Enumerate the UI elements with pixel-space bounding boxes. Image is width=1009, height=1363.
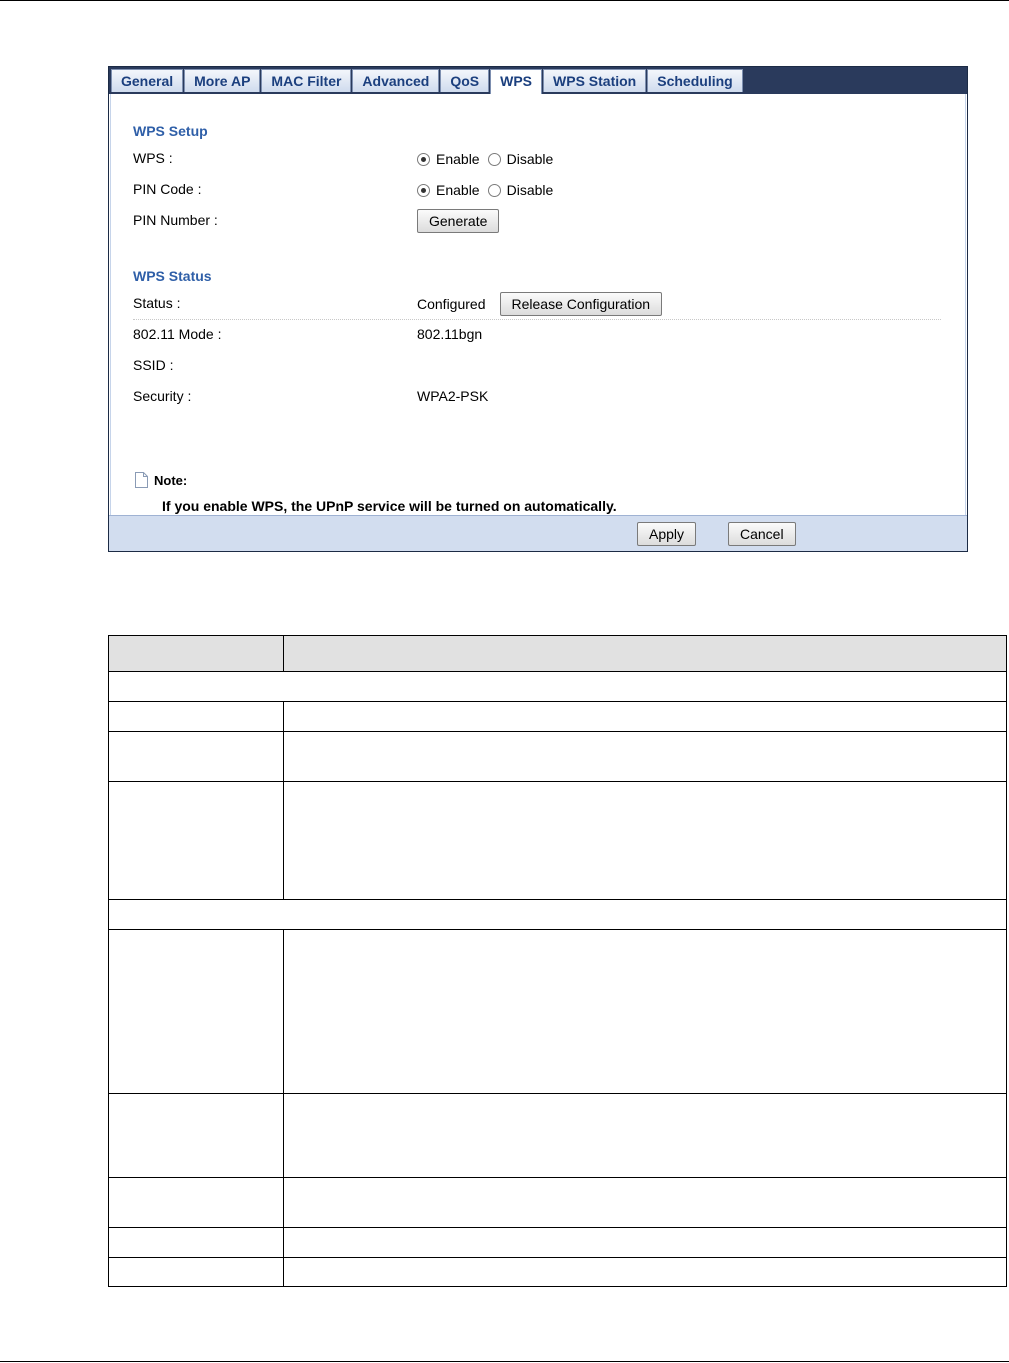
table-header-cell bbox=[108, 635, 284, 672]
pin-code-disable-radio[interactable] bbox=[487, 183, 501, 197]
wps-enable-radio[interactable] bbox=[417, 152, 430, 166]
note-title: Note: bbox=[154, 473, 188, 488]
table-cell bbox=[108, 731, 284, 782]
cancel-button[interactable]: Cancel bbox=[728, 522, 796, 546]
status-value: Configured bbox=[417, 296, 486, 312]
page-top-rule bbox=[0, 0, 1009, 1]
table-cell bbox=[108, 671, 1007, 702]
table-cell bbox=[108, 1227, 284, 1258]
security-label: Security : bbox=[133, 388, 192, 404]
table-cell bbox=[283, 1093, 1007, 1178]
table-row bbox=[108, 899, 1007, 930]
table-cell bbox=[108, 1177, 284, 1228]
table-row bbox=[108, 929, 1007, 1094]
table-row bbox=[108, 1227, 1007, 1258]
apply-button[interactable]: Apply bbox=[637, 522, 697, 546]
table-cell bbox=[283, 701, 1007, 732]
wps-disable-label: Disable bbox=[506, 151, 554, 167]
generate-button[interactable]: Generate bbox=[417, 209, 500, 233]
table-cell bbox=[108, 899, 1007, 930]
note-icon bbox=[135, 472, 148, 488]
table-row bbox=[108, 1093, 1007, 1178]
table-cell bbox=[283, 1177, 1007, 1228]
wps-disable-radio[interactable] bbox=[487, 152, 501, 166]
wps-status-title: WPS Status bbox=[133, 268, 212, 284]
tab-advanced[interactable]: Advanced bbox=[352, 69, 440, 92]
tab-bar: General More AP MAC Filter Advanced QoS … bbox=[109, 67, 967, 94]
wps-label: WPS : bbox=[133, 150, 173, 166]
field-description-table bbox=[108, 635, 1007, 1287]
mode-value: 802.11bgn bbox=[417, 326, 483, 342]
security-value: WPA2-PSK bbox=[417, 388, 489, 404]
table-cell bbox=[108, 1093, 284, 1178]
table-cell bbox=[283, 781, 1007, 900]
table-row bbox=[108, 1177, 1007, 1228]
section-divider bbox=[133, 319, 941, 320]
pin-code-radio-group: Enable Disable bbox=[417, 182, 561, 198]
tab-more-ap[interactable]: More AP bbox=[184, 69, 261, 92]
tabs: General More AP MAC Filter Advanced QoS … bbox=[111, 69, 744, 94]
button-bar: Apply Cancel bbox=[109, 515, 967, 551]
wps-radio-group: Enable Disable bbox=[417, 151, 561, 167]
wps-setup-title: WPS Setup bbox=[133, 123, 208, 139]
wps-enable-label: Enable bbox=[436, 151, 480, 167]
table-row bbox=[108, 781, 1007, 900]
table-cell bbox=[108, 1257, 284, 1287]
table-cell bbox=[108, 781, 284, 900]
table-cell bbox=[108, 929, 284, 1094]
pin-code-enable-label: Enable bbox=[436, 182, 480, 198]
tab-mac-filter[interactable]: MAC Filter bbox=[261, 69, 352, 92]
table-cell bbox=[283, 1227, 1007, 1258]
page-bottom-rule bbox=[0, 1361, 1009, 1362]
table-header-row bbox=[108, 635, 1007, 672]
tab-qos[interactable]: QoS bbox=[440, 69, 490, 92]
status-value-row: Configured Release Configuration bbox=[417, 292, 663, 316]
table-cell bbox=[108, 701, 284, 732]
table-cell bbox=[283, 1257, 1007, 1287]
ssid-label: SSID : bbox=[133, 357, 174, 373]
table-cell bbox=[283, 731, 1007, 782]
pin-code-label: PIN Code : bbox=[133, 181, 202, 197]
table-cell bbox=[283, 929, 1007, 1094]
wps-screen: General More AP MAC Filter Advanced QoS … bbox=[108, 66, 968, 552]
table-row bbox=[108, 731, 1007, 782]
table-row bbox=[108, 1257, 1007, 1287]
table-row bbox=[108, 671, 1007, 702]
table-header-cell bbox=[283, 635, 1007, 672]
mode-label: 802.11 Mode : bbox=[133, 326, 222, 342]
pin-number-value: Generate bbox=[417, 209, 500, 233]
table-row bbox=[108, 701, 1007, 732]
tab-wps[interactable]: WPS bbox=[490, 69, 543, 94]
pin-code-enable-radio[interactable] bbox=[417, 183, 430, 197]
tab-general[interactable]: General bbox=[111, 69, 184, 92]
wps-content: WPS Setup WPS : Enable Disable PIN Code … bbox=[110, 94, 966, 515]
tab-scheduling[interactable]: Scheduling bbox=[647, 69, 743, 92]
tab-wps-station[interactable]: WPS Station bbox=[543, 69, 647, 92]
note-text: If you enable WPS, the UPnP service will… bbox=[162, 498, 617, 514]
status-label: Status : bbox=[133, 295, 181, 311]
pin-number-label: PIN Number : bbox=[133, 212, 218, 228]
release-configuration-button[interactable]: Release Configuration bbox=[499, 292, 663, 316]
pin-code-disable-label: Disable bbox=[506, 182, 554, 198]
